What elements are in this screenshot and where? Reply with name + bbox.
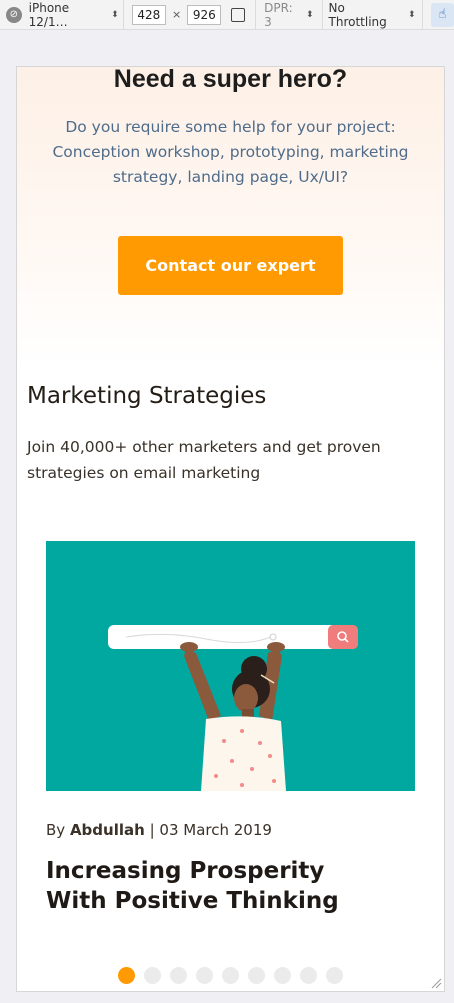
carousel-dot[interactable] [300, 967, 317, 984]
carousel-dots [118, 967, 343, 984]
hero-subtitle: Do you require some help for your projec… [52, 118, 409, 186]
resize-handle-icon[interactable] [430, 977, 442, 989]
carousel-dot[interactable] [144, 967, 161, 984]
width-input[interactable]: 428 [131, 4, 166, 25]
device-name: iPhone 12/1… [28, 0, 70, 29]
block-icon[interactable]: ⊘ [6, 6, 22, 23]
carousel-dot[interactable] [196, 967, 213, 984]
touch-icon[interactable]: ☝ [430, 2, 454, 27]
height-input[interactable]: 926 [187, 4, 222, 25]
carousel-dot[interactable] [118, 967, 135, 984]
chevron-updown-icon: ⬍ [306, 9, 314, 20]
post-date: 03 March 2019 [159, 821, 272, 839]
section-title: Marketing Strategies [27, 383, 267, 409]
search-illustration [46, 541, 415, 791]
times-icon: × [171, 8, 182, 21]
contact-expert-button[interactable]: Contact our expert [118, 236, 343, 295]
device-toolbar: ⊘ iPhone 12/1… ⬍ 428 × 926 DPR: 3 ⬍ No T… [0, 0, 454, 30]
chevron-updown-icon: ⬍ [408, 9, 416, 20]
dpr-label: DPR: 3 [264, 0, 293, 29]
post-meta: By Abdullah | 03 March 2019 [46, 821, 272, 839]
carousel-dot[interactable] [248, 967, 265, 984]
section-description: Join 40,000+ other marketers and get pro… [27, 438, 381, 482]
chevron-updown-icon: ⬍ [111, 9, 119, 20]
dpr-select[interactable]: DPR: 3 ⬍ [256, 1, 321, 29]
hero-title: Need a super hero? [113, 66, 348, 93]
post-image[interactable] [46, 541, 415, 791]
divider [122, 0, 124, 30]
hero-section: Need a super hero? Do you require some h… [17, 67, 444, 367]
throttling-label: No Throttling [328, 0, 387, 29]
by-label: By [46, 821, 66, 839]
carousel-dot[interactable] [222, 967, 239, 984]
rotate-icon[interactable] [231, 7, 246, 22]
carousel-dot[interactable] [326, 967, 343, 984]
device-viewport: Need a super hero? Do you require some h… [16, 66, 445, 992]
device-select[interactable]: iPhone 12/1… ⬍ [29, 1, 123, 29]
post-author[interactable]: Abdullah [70, 821, 145, 839]
throttling-select[interactable]: No Throttling ⬍ [323, 1, 422, 29]
post-title[interactable]: Increasing Prosperity With Positive Thin… [46, 856, 386, 916]
carousel-dot[interactable] [170, 967, 187, 984]
divider [421, 0, 423, 30]
carousel-dot[interactable] [274, 967, 291, 984]
